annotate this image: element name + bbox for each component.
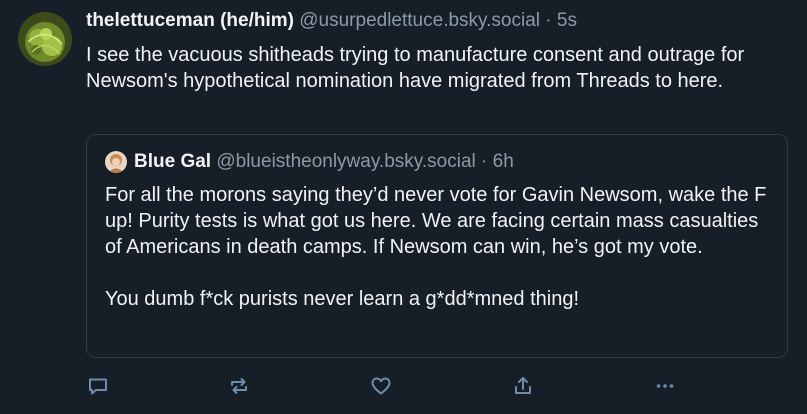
post-text: I see the vacuous shitheads trying to ma… <box>86 44 745 92</box>
quoted-post[interactable]: Blue Gal @blueistheonlyway.bsky.social ·… <box>86 134 788 358</box>
reply-button[interactable] <box>82 370 114 402</box>
separator-dot: · <box>545 10 552 31</box>
quote-paragraph: For all the morons saying they’d never v… <box>105 184 767 258</box>
quote-author-handle[interactable]: @blueistheonlyway.bsky.social <box>216 151 475 172</box>
post-timestamp[interactable]: 5s <box>557 10 577 31</box>
like-icon <box>370 375 392 397</box>
more-options-button[interactable] <box>649 370 681 402</box>
author-display-name[interactable]: thelettuceman (he/him) <box>86 10 294 31</box>
reply-icon <box>87 375 109 397</box>
author-handle[interactable]: @usurpedlettuce.bsky.social <box>299 10 540 31</box>
more-icon <box>654 375 676 397</box>
post-actions <box>0 370 807 402</box>
quote-author-display-name[interactable]: Blue Gal <box>134 151 211 172</box>
quote-paragraph: You dumb f*ck purists never learn a g*dd… <box>105 288 579 310</box>
repost-icon <box>228 375 250 397</box>
post-header: thelettuceman (he/him) @usurpedlettuce.b… <box>86 10 577 32</box>
quote-text: For all the morons saying they’d never v… <box>105 182 775 312</box>
repost-button[interactable] <box>223 370 255 402</box>
post[interactable]: thelettuceman (he/him) @usurpedlettuce.b… <box>0 0 807 414</box>
quote-header: Blue Gal @blueistheonlyway.bsky.social ·… <box>134 151 514 173</box>
share-button[interactable] <box>507 370 539 402</box>
quote-timestamp[interactable]: 6h <box>493 151 514 172</box>
author-avatar[interactable] <box>18 12 72 66</box>
quote-separator-dot: · <box>481 151 488 172</box>
quote-author-avatar[interactable] <box>105 151 127 173</box>
like-button[interactable] <box>365 370 397 402</box>
share-icon <box>512 375 534 397</box>
